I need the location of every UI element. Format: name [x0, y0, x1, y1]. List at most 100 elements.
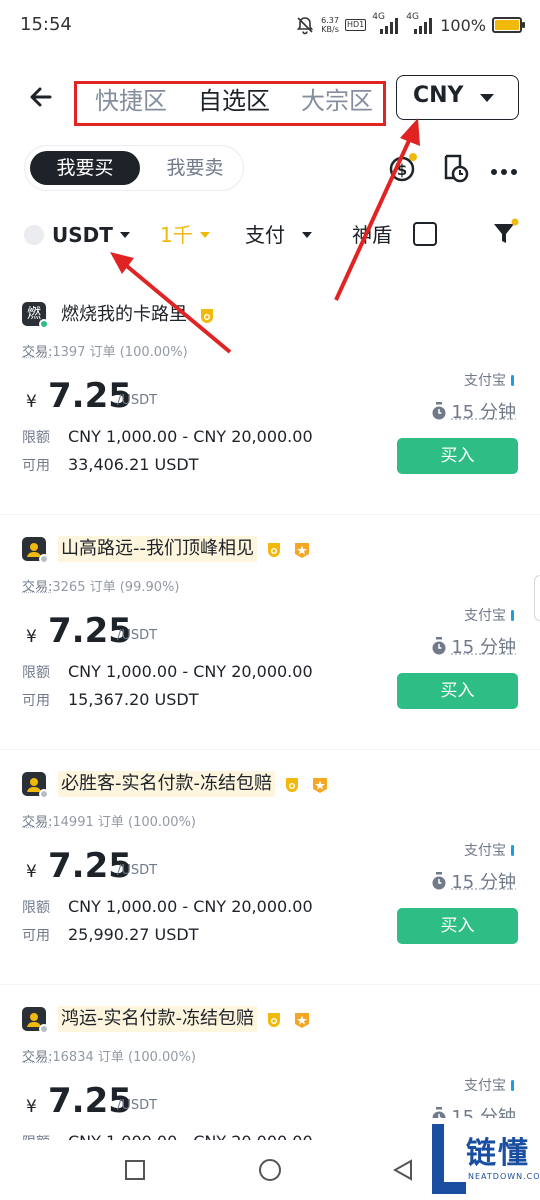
- payment-method: 支付宝: [464, 370, 514, 390]
- merchant-name[interactable]: 燃烧我的卡路里: [58, 302, 190, 328]
- verified-star-icon: [293, 541, 311, 559]
- buy-button[interactable]: 买入: [397, 673, 518, 709]
- watermark-subtitle: NEATDOWN.COM: [468, 1172, 540, 1181]
- red-arrow: [334, 118, 420, 301]
- tab-quick[interactable]: 快捷区: [95, 84, 167, 118]
- home-button[interactable]: [258, 1158, 282, 1186]
- back-button[interactable]: [26, 82, 56, 112]
- trade-stats: 交易:1397 订单 (100.00%): [22, 344, 188, 362]
- arrow-left-icon: [30, 87, 52, 107]
- dollar-circle-icon: $: [389, 153, 417, 182]
- limit-value: CNY 1,000.00 - CNY 20,000.00: [68, 662, 313, 681]
- verified-star-icon: [311, 776, 329, 794]
- trade-stats: 交易:3265 订单 (99.90%): [22, 579, 179, 597]
- payment-color-bar: [511, 1080, 514, 1091]
- square-icon: [125, 1160, 145, 1180]
- price-row: ¥7.25/USDT: [22, 376, 222, 420]
- online-status-dot: [39, 1024, 49, 1034]
- filter-button[interactable]: [492, 218, 520, 252]
- payment-method-label: 支付宝: [464, 608, 506, 624]
- available-row: 可用 15,367.20 USDT: [22, 689, 198, 712]
- price-row: ¥7.25/USDT: [22, 846, 222, 890]
- payment-method: 支付宝: [464, 605, 514, 625]
- merchant-avatar[interactable]: [22, 1007, 49, 1034]
- available-value: 25,990.27 USDT: [68, 925, 199, 944]
- payment-filter[interactable]: 支付: [245, 222, 285, 248]
- trade-label: 交易:: [22, 345, 53, 360]
- buy-button[interactable]: 买入: [397, 438, 518, 474]
- merchant-name[interactable]: 鸿运-实名付款-冻结包赔: [58, 1006, 257, 1032]
- merchant-avatar[interactable]: 燃: [22, 302, 49, 329]
- trade-stats: 交易:16834 订单 (100.00%): [22, 1049, 196, 1067]
- payment-method: 支付宝: [464, 1075, 514, 1095]
- ad-card: 必胜客-实名付款-冻结包赔交易:14991 订单 (100.00%) ¥7.25/…: [0, 750, 540, 985]
- status-icons: 6.37 KB/s HD1 4G 4G 100%: [295, 12, 525, 38]
- shield-label: 神盾: [352, 223, 392, 247]
- signal-icon-1: 4G: [372, 12, 400, 35]
- net-speed: 6.37 KB/s: [321, 16, 339, 34]
- buy-button[interactable]: 买入: [397, 908, 518, 944]
- payment-method-label: 支付宝: [464, 373, 506, 389]
- merchant-name[interactable]: 山高路远--我们顶峰相见: [58, 536, 257, 562]
- duration-value: 15 分钟: [451, 402, 516, 423]
- limit-label: 限额: [22, 900, 50, 916]
- available-label: 可用: [22, 928, 50, 944]
- mute-bell-icon: [297, 17, 314, 35]
- asset-filter[interactable]: USDT: [52, 222, 113, 248]
- limit-value: CNY 1,000.00 - CNY 20,000.00: [68, 427, 313, 446]
- chevron-down-icon: [302, 232, 312, 238]
- merchant-avatar[interactable]: [22, 537, 49, 564]
- trade-label: 交易:: [22, 580, 53, 595]
- more-dots-icon: [491, 169, 517, 175]
- nav-back-button[interactable]: [392, 1159, 414, 1185]
- trade-stats-value: 16834 订单 (100.00%): [52, 1050, 196, 1065]
- tab-bulk[interactable]: 大宗区: [301, 84, 373, 118]
- currency-exchange-button[interactable]: $: [388, 152, 420, 188]
- currency-symbol: ¥: [26, 392, 37, 412]
- signal-icon-2: 4G: [406, 12, 434, 35]
- payment-method: 支付宝: [464, 840, 514, 860]
- side-drawer-handle[interactable]: [534, 575, 540, 621]
- more-button[interactable]: [490, 162, 518, 181]
- hd-tag: HD1: [344, 19, 367, 31]
- status-time: 15:54: [20, 14, 72, 35]
- payment-duration: 15 分钟: [431, 398, 516, 424]
- payment-duration: 15 分钟: [431, 633, 516, 659]
- online-status-dot: [39, 789, 49, 799]
- price-unit: /USDT: [117, 628, 158, 643]
- available-row: 可用 33,406.21 USDT: [22, 454, 198, 477]
- ad-card: 燃燃烧我的卡路里交易:1397 订单 (100.00%) ¥7.25/USDT 限额…: [0, 280, 540, 515]
- payment-color-bar: [511, 845, 514, 856]
- buy-sell-toggle: 我要买 我要卖: [24, 145, 244, 191]
- currency-symbol: ¥: [26, 1097, 37, 1117]
- svg-text:$: $: [397, 161, 407, 179]
- order-history-button[interactable]: [440, 152, 470, 188]
- merchant-avatar[interactable]: [22, 772, 49, 799]
- recent-apps-button[interactable]: [125, 1160, 145, 1184]
- available-label: 可用: [22, 693, 50, 709]
- buy-tab[interactable]: 我要买: [30, 151, 140, 185]
- ad-card: 山高路远--我们顶峰相见交易:3265 订单 (99.90%) ¥7.25/USD…: [0, 515, 540, 750]
- shield-checkbox[interactable]: [413, 222, 437, 246]
- tab-selected-zone[interactable]: 自选区: [198, 84, 270, 118]
- limit-label: 限额: [22, 430, 50, 446]
- timer-icon: [432, 637, 446, 655]
- available-label: 可用: [22, 458, 50, 474]
- verified-star-icon: [293, 1011, 311, 1029]
- sell-tab[interactable]: 我要卖: [150, 151, 240, 185]
- order-clock-icon: [444, 154, 469, 183]
- watermark-l-icon: [432, 1124, 466, 1194]
- online-status-dot: [39, 319, 49, 329]
- triangle-back-icon: [392, 1159, 412, 1181]
- trade-stats: 交易:14991 订单 (100.00%): [22, 814, 196, 832]
- limit-row: 限额 CNY 1,000.00 - CNY 20,000.00: [22, 661, 313, 684]
- merchant-name[interactable]: 必胜客-实名付款-冻结包赔: [58, 771, 275, 797]
- available-value: 15,367.20 USDT: [68, 690, 199, 709]
- price-row: ¥7.25/USDT: [22, 611, 222, 655]
- currency-select[interactable]: CNY: [396, 75, 519, 120]
- amount-filter[interactable]: 1千: [160, 222, 193, 248]
- available-value: 33,406.21 USDT: [68, 455, 199, 474]
- limit-row: 限额 CNY 1,000.00 - CNY 20,000.00: [22, 896, 313, 919]
- asset-icon: [24, 225, 44, 245]
- available-row: 可用 25,990.27 USDT: [22, 924, 198, 947]
